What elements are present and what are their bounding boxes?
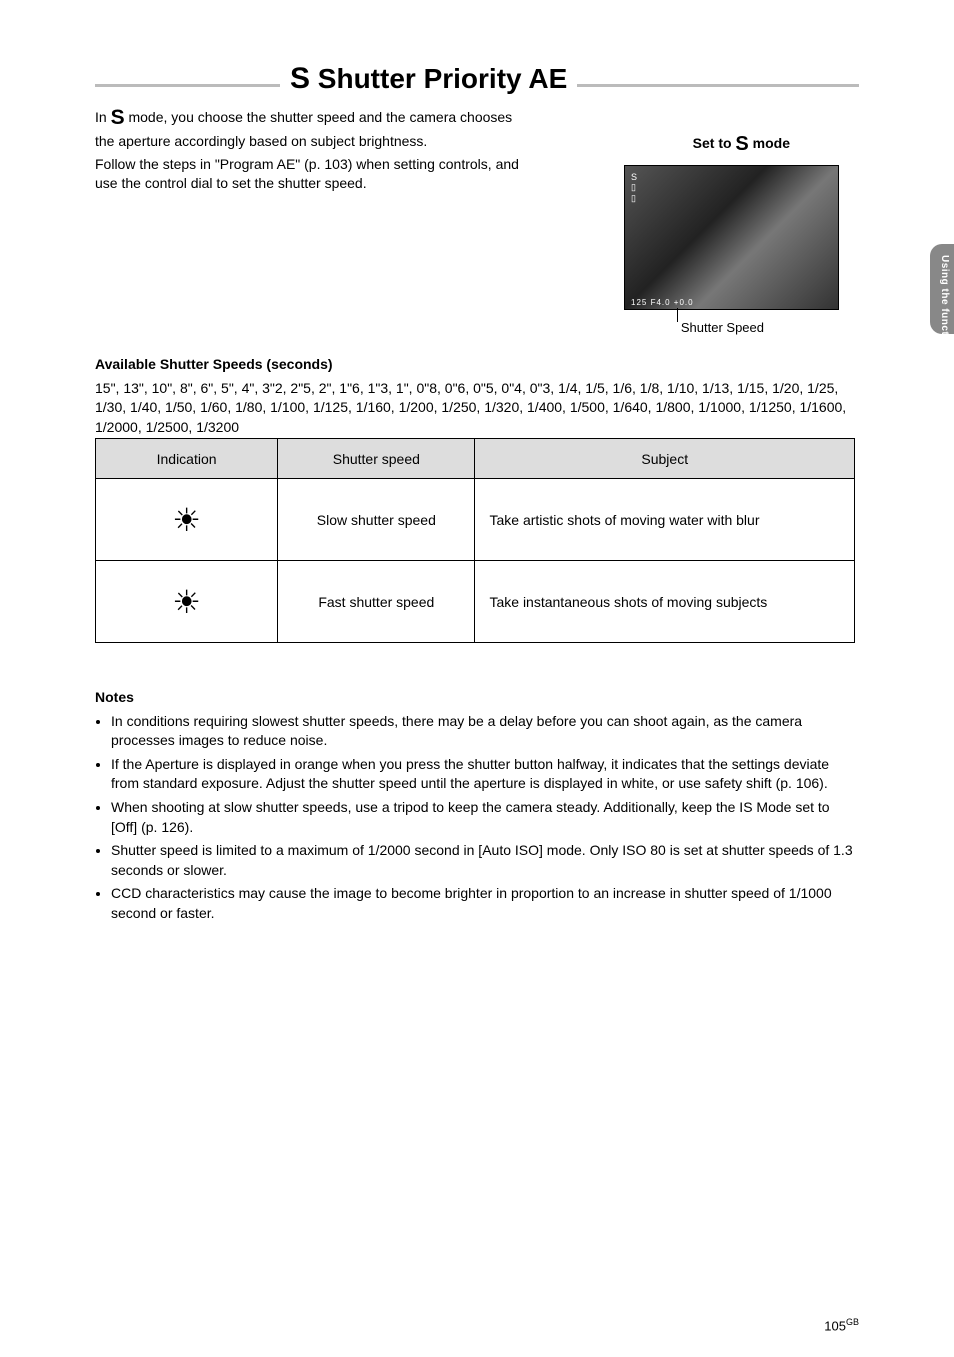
cell-speed: Fast shutter speed (278, 561, 475, 643)
list-item: When shooting at slow shutter speeds, us… (111, 798, 855, 837)
caption-post: mode (749, 135, 790, 151)
page-gb: GB (846, 1317, 859, 1327)
cell-icon: ☀ (96, 479, 278, 561)
camera-overlay-icons: S▯▯ (631, 172, 637, 204)
image-caption: Set to S mode (693, 133, 790, 156)
page-num-value: 105 (824, 1318, 846, 1333)
table-row: ☀ Fast shutter speed Take instantaneous … (96, 561, 855, 643)
caption-pre: Set to (693, 135, 736, 151)
list-item: In conditions requiring slowest shutter … (111, 712, 855, 751)
cell-subject: Take instantaneous shots of moving subje… (475, 561, 855, 643)
notes-title: Notes (95, 688, 855, 708)
intro-line1-pre: In (95, 109, 111, 125)
th-subject: Subject (475, 439, 855, 479)
sun-icon: ☀ (172, 504, 201, 536)
intro-line1-s: S (111, 106, 125, 129)
shutter-speed-label: Shutter Speed (681, 320, 764, 335)
page-number: 105GB (824, 1317, 859, 1333)
list-item: CCD characteristics may cause the image … (111, 884, 855, 923)
sun-icon: ☀ (172, 586, 201, 618)
list-item: If the Aperture is displayed in orange w… (111, 755, 855, 794)
intro-paragraph: In S mode, you choose the shutter speed … (95, 104, 525, 193)
available-values: 15", 13", 10", 8", 6", 5", 4", 3"2, 2"5,… (95, 379, 855, 438)
section-title: S Shutter Priority AE (280, 62, 577, 96)
cell-subject: Take artistic shots of moving water with… (475, 479, 855, 561)
th-shutter-speed: Shutter speed (278, 439, 475, 479)
side-tab-label: Using the function (939, 255, 950, 352)
list-item: Shutter speed is limited to a maximum of… (111, 841, 855, 880)
camera-preview-image: S▯▯ 125 F4.0 +0.0 (624, 165, 839, 310)
intro-line1-post: mode, you choose the shutter speed and t… (95, 109, 512, 149)
available-title: Available Shutter Speeds (seconds) (95, 355, 855, 375)
caption-s: S (735, 133, 748, 155)
camera-readout: 125 F4.0 +0.0 (631, 298, 694, 307)
callout-line (677, 308, 678, 322)
th-indication: Indication (96, 439, 278, 479)
notes-section: Notes In conditions requiring slowest sh… (95, 688, 855, 928)
title-s-letter: S (290, 62, 310, 95)
cell-speed: Slow shutter speed (278, 479, 475, 561)
title-rest: Shutter Priority AE (310, 63, 567, 94)
shutter-table: Indication Shutter speed Subject ☀ Slow … (95, 438, 855, 643)
available-shutter-speeds: Available Shutter Speeds (seconds) 15", … (95, 355, 855, 437)
cell-icon: ☀ (96, 561, 278, 643)
intro-line2: Follow the steps in "Program AE" (p. 103… (95, 155, 525, 193)
table-row: ☀ Slow shutter speed Take artistic shots… (96, 479, 855, 561)
